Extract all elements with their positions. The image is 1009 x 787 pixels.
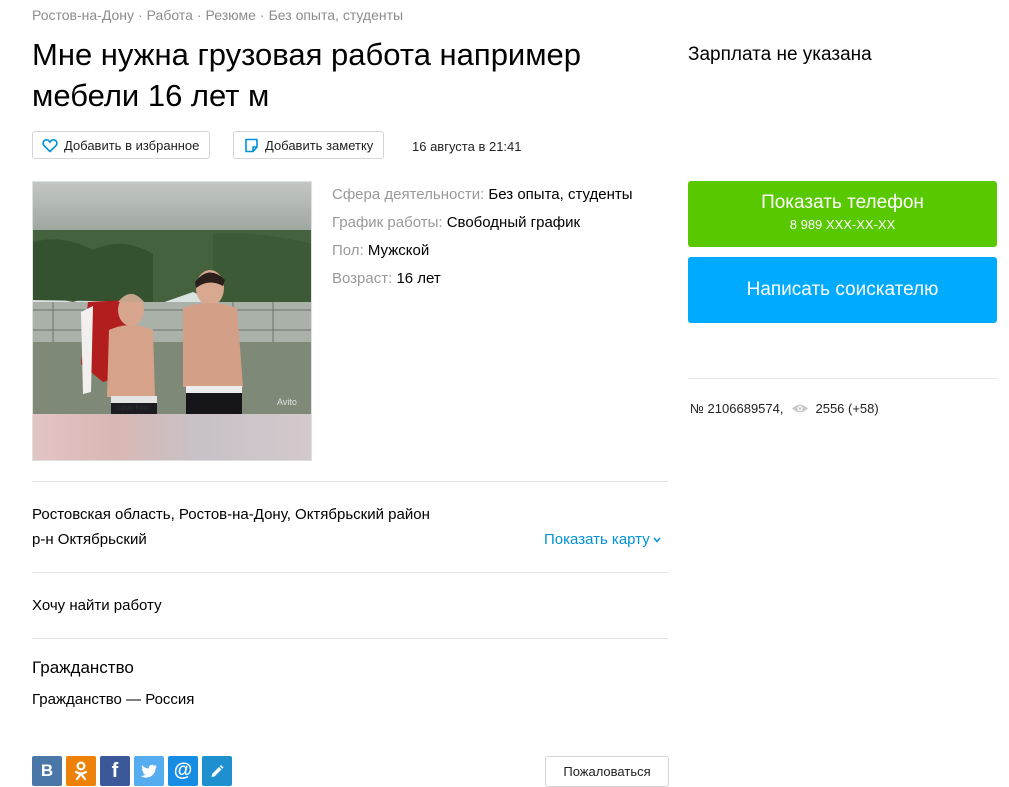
divider [32,638,668,639]
breadcrumb-category[interactable]: Без опыта, студенты [269,7,404,23]
breadcrumb-work[interactable]: Работа [147,7,193,23]
vk-share-button[interactable]: В [32,756,62,786]
mail-share-button[interactable]: @ [168,756,198,786]
breadcrumb-separator: · [259,7,265,23]
add-note-button[interactable]: Добавить заметку [233,131,385,159]
twitter-share-button[interactable] [134,756,164,786]
twitter-icon [140,764,158,779]
param-gender: Пол: Мужской [332,237,633,265]
resume-description: Хочу найти работу [32,597,162,614]
photo-watermark: Avito [277,397,297,407]
divider [32,572,668,573]
divider [32,481,668,482]
breadcrumb: Ростов-на-Дону · Работа · Резюме · Без опыта, … [32,7,403,23]
citizenship-heading: Гражданство [32,658,134,677]
chevron-down-icon [653,537,661,543]
ok-share-button[interactable] [66,756,96,786]
citizenship-text: Гражданство — Россия [32,691,195,708]
show-phone-label: Показать телефон [761,192,924,213]
breadcrumb-separator: · [196,7,202,23]
facebook-icon: f [111,759,119,782]
livejournal-share-button[interactable] [202,756,232,786]
divider [688,378,997,379]
show-phone-button[interactable]: Показать телефон 8 989 XXX-XX-XX [688,181,997,247]
param-age: Возраст: 16 лет [332,265,633,293]
eye-icon [791,403,809,414]
write-message-button[interactable]: Написать соискателю [688,257,997,323]
add-note-label: Добавить заметку [265,137,374,153]
param-value: 16 лет [396,270,441,287]
add-favorite-button[interactable]: Добавить в избранное [32,131,211,159]
param-value: Мужской [367,242,430,259]
param-value: Свободный график [446,214,581,231]
views-count: 2556 (+58) [815,401,879,416]
param-label: График работы: [332,214,443,231]
add-favorite-label: Добавить в избранное [64,137,200,153]
resume-params: Сфера деятельности: Без опыта, студенты … [332,181,633,293]
note-icon [242,136,260,154]
param-label: Пол: [332,242,364,259]
breadcrumb-city[interactable]: Ростов-на-Дону [32,7,134,23]
photo-waistband-text: Calvin Klein [117,406,149,412]
param-sphere: Сфера деятельности: Без опыта, студенты [332,181,633,209]
complain-button[interactable]: Пожаловаться [545,756,669,787]
page-title: Мне нужна грузовая работа например мебел… [32,37,582,113]
param-label: Сфера деятельности: [332,186,485,203]
breadcrumb-resume[interactable]: Резюме [206,7,256,23]
param-value: Без опыта, студенты [488,186,633,203]
social-share: В f @ [32,756,232,786]
show-map-link[interactable]: Показать карту [544,531,661,548]
param-label: Возраст: [332,270,393,287]
pencil-icon [209,763,225,779]
vk-icon: В [40,761,54,780]
item-number: № 2106689574, [690,401,784,416]
show-map-label: Показать карту [544,531,650,548]
location-district: р-н Октябрьский [32,531,147,548]
phone-masked: 8 989 XXX-XX-XX [789,217,896,232]
salary: Зарплата не указана [688,44,872,65]
publish-date: 16 августа в 21:41 [412,139,522,154]
heart-icon [41,136,59,154]
item-meta: № 2106689574, 2556 (+58) [690,401,879,416]
odnoklassniki-icon [74,761,88,781]
resume-photo[interactable]: Avito Calvin Klein [32,181,312,461]
facebook-share-button[interactable]: f [100,756,130,786]
breadcrumb-separator: · [138,7,143,23]
at-sign-icon: @ [173,760,193,781]
location-address: Ростовская область, Ростов-на-Дону, Октя… [32,506,430,523]
param-schedule: График работы: Свободный график [332,209,633,237]
